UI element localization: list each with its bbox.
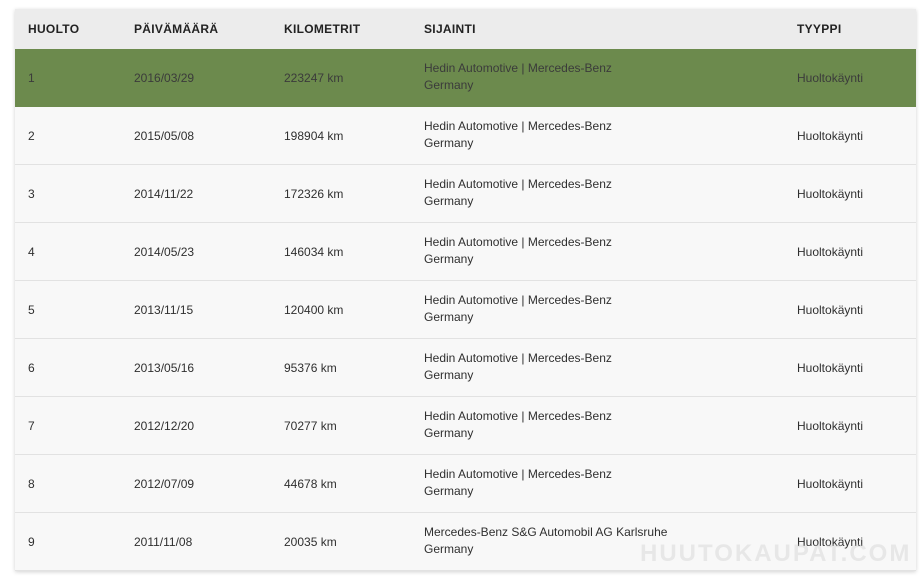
cell-km: 44678 km [284, 476, 337, 491]
cell-km: 70277 km [284, 418, 337, 433]
location-line-2: Germany [424, 136, 474, 150]
cell-date: 2012/07/09 [134, 476, 195, 491]
cell-number: 6 [28, 360, 35, 375]
cell-number: 7 [28, 418, 35, 433]
cell-date: 2011/11/08 [134, 534, 193, 549]
location-line-1: Hedin Automotive | Mercedes-Benz [424, 61, 612, 75]
location-line-2: Germany [424, 426, 474, 440]
location-line-2: Germany [424, 368, 474, 382]
header-date: PÄIVÄMÄÄRÄ [134, 22, 219, 36]
cell-km: 146034 km [284, 244, 344, 259]
cell-type: Huoltokäynti [797, 128, 864, 143]
cell-location: Hedin Automotive | Mercedes-Benz Germany [424, 176, 724, 210]
table-row[interactable]: 8 2012/07/09 44678 km Hedin Automotive |… [15, 455, 916, 513]
cell-type: Huoltokäynti [797, 476, 864, 491]
cell-location: Hedin Automotive | Mercedes-Benz Germany [424, 292, 724, 326]
location-line-1: Hedin Automotive | Mercedes-Benz [424, 235, 612, 249]
location-line-2: Germany [424, 542, 474, 556]
location-line-1: Hedin Automotive | Mercedes-Benz [424, 177, 612, 191]
cell-type: Huoltokäynti [797, 186, 864, 201]
cell-date: 2013/11/15 [134, 302, 194, 317]
location-line-1: Mercedes-Benz S&G Automobil AG Karlsruhe [424, 525, 668, 539]
table-row[interactable]: 9 2011/11/08 20035 km Mercedes-Benz S&G … [15, 513, 916, 571]
table-row[interactable]: 3 2014/11/22 172326 km Hedin Automotive … [15, 165, 916, 223]
cell-date: 2014/11/22 [134, 186, 194, 201]
location-line-1: Hedin Automotive | Mercedes-Benz [424, 467, 612, 481]
cell-date: 2012/12/20 [134, 418, 195, 433]
cell-number: 8 [28, 476, 35, 491]
cell-date: 2016/03/29 [134, 70, 195, 85]
location-line-1: Hedin Automotive | Mercedes-Benz [424, 409, 612, 423]
cell-location: Hedin Automotive | Mercedes-Benz Germany [424, 466, 724, 500]
cell-number: 2 [28, 128, 35, 143]
cell-location: Hedin Automotive | Mercedes-Benz Germany [424, 408, 724, 442]
header-km: KILOMETRIT [284, 22, 361, 36]
cell-location: Hedin Automotive | Mercedes-Benz Germany [424, 60, 724, 94]
cell-km: 198904 km [284, 128, 344, 143]
location-line-2: Germany [424, 78, 474, 92]
location-line-2: Germany [424, 484, 474, 498]
cell-date: 2015/05/08 [134, 128, 195, 143]
location-line-2: Germany [424, 194, 474, 208]
table-row[interactable]: 2 2015/05/08 198904 km Hedin Automotive … [15, 107, 916, 165]
cell-km: 95376 km [284, 360, 337, 375]
cell-date: 2013/05/16 [134, 360, 195, 375]
cell-number: 1 [28, 70, 35, 85]
header-location: SIJAINTI [424, 22, 476, 36]
cell-number: 5 [28, 302, 35, 317]
table-row[interactable]: 5 2013/11/15 120400 km Hedin Automotive … [15, 281, 916, 339]
table-header: HUOLTO PÄIVÄMÄÄRÄ KILOMETRIT SIJAINTI TY… [15, 9, 916, 49]
location-line-2: Germany [424, 310, 474, 324]
cell-date: 2014/05/23 [134, 244, 195, 259]
cell-location: Mercedes-Benz S&G Automobil AG Karlsruhe… [424, 524, 724, 558]
cell-number: 4 [28, 244, 35, 259]
cell-km: 20035 km [284, 534, 337, 549]
cell-type: Huoltokäynti [797, 244, 864, 259]
cell-type: Huoltokäynti [797, 360, 864, 375]
cell-km: 223247 km [284, 70, 344, 85]
cell-type: Huoltokäynti [797, 302, 864, 317]
table-row[interactable]: 1 2016/03/29 223247 km Hedin Automotive … [15, 49, 916, 107]
table-row[interactable]: 6 2013/05/16 95376 km Hedin Automotive |… [15, 339, 916, 397]
cell-type: Huoltokäynti [797, 418, 864, 433]
cell-location: Hedin Automotive | Mercedes-Benz Germany [424, 350, 724, 384]
table-row[interactable]: 7 2012/12/20 70277 km Hedin Automotive |… [15, 397, 916, 455]
table-row[interactable]: 4 2014/05/23 146034 km Hedin Automotive … [15, 223, 916, 281]
service-history-table: HUOLTO PÄIVÄMÄÄRÄ KILOMETRIT SIJAINTI TY… [15, 9, 916, 571]
location-line-2: Germany [424, 252, 474, 266]
cell-km: 120400 km [284, 302, 344, 317]
cell-type: Huoltokäynti [797, 534, 864, 549]
cell-km: 172326 km [284, 186, 344, 201]
header-type: TYYPPI [797, 22, 842, 36]
cell-number: 3 [28, 186, 35, 201]
location-line-1: Hedin Automotive | Mercedes-Benz [424, 293, 612, 307]
header-huolto: HUOLTO [28, 22, 80, 36]
cell-type: Huoltokäynti [797, 70, 864, 85]
cell-number: 9 [28, 534, 35, 549]
cell-location: Hedin Automotive | Mercedes-Benz Germany [424, 234, 724, 268]
location-line-1: Hedin Automotive | Mercedes-Benz [424, 119, 612, 133]
location-line-1: Hedin Automotive | Mercedes-Benz [424, 351, 612, 365]
table-body: 1 2016/03/29 223247 km Hedin Automotive … [15, 49, 916, 571]
cell-location: Hedin Automotive | Mercedes-Benz Germany [424, 118, 724, 152]
